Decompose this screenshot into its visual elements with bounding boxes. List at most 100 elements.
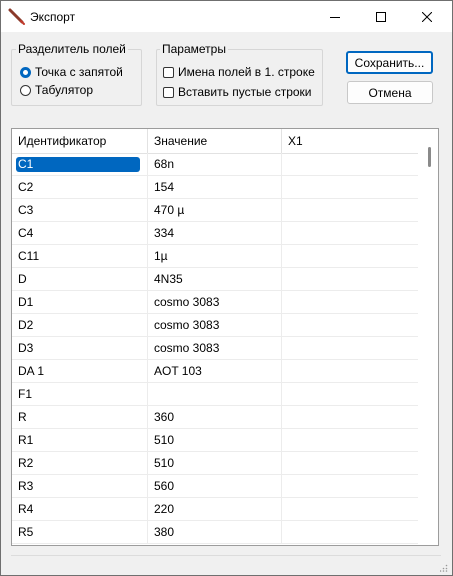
- vertical-scrollbar[interactable]: [424, 129, 438, 545]
- cell-identifier[interactable]: R2: [12, 452, 148, 474]
- minimize-button[interactable]: [312, 1, 358, 32]
- window-title: Экспорт: [30, 10, 76, 24]
- table-row[interactable]: F1: [12, 383, 418, 406]
- checkbox-field-names-box[interactable]: [163, 66, 174, 78]
- table-row[interactable]: C1 68n: [12, 153, 418, 176]
- table-row[interactable]: C4 334: [12, 222, 418, 245]
- cell-x1[interactable]: [282, 153, 418, 175]
- table-row[interactable]: R5 380: [12, 521, 418, 544]
- table-row[interactable]: R2 510: [12, 452, 418, 475]
- cell-value[interactable]: 380: [148, 521, 282, 543]
- cell-identifier[interactable]: R: [12, 406, 148, 428]
- cell-value[interactable]: cosmo 3083: [148, 314, 282, 336]
- cell-x1[interactable]: [282, 475, 418, 497]
- cell-identifier[interactable]: DA 1: [12, 360, 148, 382]
- cancel-button[interactable]: Отмена: [347, 81, 433, 104]
- radio-semicolon[interactable]: Точка с запятой: [20, 65, 123, 79]
- cell-x1[interactable]: [282, 406, 418, 428]
- column-header-identifier[interactable]: Идентификатор: [12, 129, 148, 153]
- cell-x1[interactable]: [282, 360, 418, 382]
- export-dialog: Экспорт Разделитель полей Точка с запято…: [0, 0, 453, 576]
- cell-identifier[interactable]: C4: [12, 222, 148, 244]
- cell-x1[interactable]: [282, 245, 418, 267]
- cell-value[interactable]: AOT 103: [148, 360, 282, 382]
- cell-value[interactable]: 510: [148, 452, 282, 474]
- params-group-label: Параметры: [160, 42, 228, 56]
- table-row[interactable]: D1 cosmo 3083: [12, 291, 418, 314]
- minimize-icon: [330, 16, 340, 18]
- save-button[interactable]: Сохранить...: [346, 51, 433, 74]
- radio-semicolon-label: Точка с запятой: [35, 65, 123, 79]
- table-row[interactable]: D 4N35: [12, 268, 418, 291]
- table-row[interactable]: C2 154: [12, 176, 418, 199]
- cell-identifier[interactable]: C1: [12, 153, 148, 175]
- cell-identifier[interactable]: C2: [12, 176, 148, 198]
- maximize-button[interactable]: [358, 1, 404, 32]
- cell-x1[interactable]: [282, 176, 418, 198]
- cell-x1[interactable]: [282, 222, 418, 244]
- cell-x1[interactable]: [282, 314, 418, 336]
- selected-cell-text: C1: [16, 157, 140, 172]
- cell-x1[interactable]: [282, 452, 418, 474]
- table-row[interactable]: D2 cosmo 3083: [12, 314, 418, 337]
- table-row[interactable]: C3 470 µ: [12, 199, 418, 222]
- table-row[interactable]: R3 560: [12, 475, 418, 498]
- radio-tab-indicator[interactable]: [20, 84, 31, 96]
- cell-value[interactable]: 510: [148, 429, 282, 451]
- cell-identifier[interactable]: C3: [12, 199, 148, 221]
- cell-value[interactable]: 334: [148, 222, 282, 244]
- cell-value[interactable]: 68n: [148, 153, 282, 175]
- cell-x1[interactable]: [282, 383, 418, 405]
- cell-identifier[interactable]: F1: [12, 383, 148, 405]
- status-separator: [11, 555, 441, 556]
- cell-identifier[interactable]: R3: [12, 475, 148, 497]
- close-button[interactable]: [404, 1, 450, 32]
- checkbox-empty-rows-box[interactable]: [163, 86, 174, 98]
- cell-x1[interactable]: [282, 291, 418, 313]
- cell-identifier[interactable]: D1: [12, 291, 148, 313]
- export-table[interactable]: Идентификатор Значение X1 C1 68n C2 154 C3 47…: [11, 128, 439, 546]
- cell-identifier[interactable]: D2: [12, 314, 148, 336]
- cell-value[interactable]: 360: [148, 406, 282, 428]
- scrollbar-thumb[interactable]: [428, 147, 431, 167]
- radio-semicolon-indicator[interactable]: [20, 66, 31, 78]
- cell-value[interactable]: 470 µ: [148, 199, 282, 221]
- table-row[interactable]: R4 220: [12, 498, 418, 521]
- checkbox-empty-rows[interactable]: Вставить пустые строки: [163, 85, 312, 99]
- cell-value[interactable]: 560: [148, 475, 282, 497]
- title-bar[interactable]: Экспорт: [1, 1, 452, 32]
- column-header-x1[interactable]: X1: [282, 129, 418, 153]
- cell-x1[interactable]: [282, 521, 418, 543]
- cell-x1[interactable]: [282, 337, 418, 359]
- table-header: Идентификатор Значение X1: [12, 129, 418, 154]
- radio-tab[interactable]: Табулятор: [20, 83, 93, 97]
- cell-value[interactable]: cosmo 3083: [148, 291, 282, 313]
- cell-value[interactable]: 1µ: [148, 245, 282, 267]
- cell-x1[interactable]: [282, 199, 418, 221]
- cell-x1[interactable]: [282, 498, 418, 520]
- cell-identifier[interactable]: D3: [12, 337, 148, 359]
- table-row[interactable]: R1 510: [12, 429, 418, 452]
- resize-grip-icon[interactable]: [440, 564, 448, 572]
- table-row[interactable]: C11 1µ: [12, 245, 418, 268]
- cell-x1[interactable]: [282, 268, 418, 290]
- close-icon: [422, 11, 432, 22]
- cell-identifier[interactable]: D: [12, 268, 148, 290]
- table-row[interactable]: DA 1 AOT 103: [12, 360, 418, 383]
- cell-value[interactable]: 4N35: [148, 268, 282, 290]
- cell-value[interactable]: [148, 383, 282, 405]
- cell-value[interactable]: 154: [148, 176, 282, 198]
- column-header-value[interactable]: Значение: [148, 129, 282, 153]
- cell-identifier[interactable]: R4: [12, 498, 148, 520]
- table-row[interactable]: R 360: [12, 406, 418, 429]
- separator-group-label: Разделитель полей: [16, 42, 128, 56]
- cell-identifier[interactable]: R1: [12, 429, 148, 451]
- cell-identifier[interactable]: C11: [12, 245, 148, 267]
- cell-x1[interactable]: [282, 429, 418, 451]
- checkbox-field-names-label: Имена полей в 1. строке: [178, 65, 315, 79]
- cell-value[interactable]: cosmo 3083: [148, 337, 282, 359]
- checkbox-field-names[interactable]: Имена полей в 1. строке: [163, 65, 315, 79]
- table-row[interactable]: D3 cosmo 3083: [12, 337, 418, 360]
- cell-identifier[interactable]: R5: [12, 521, 148, 543]
- cell-value[interactable]: 220: [148, 498, 282, 520]
